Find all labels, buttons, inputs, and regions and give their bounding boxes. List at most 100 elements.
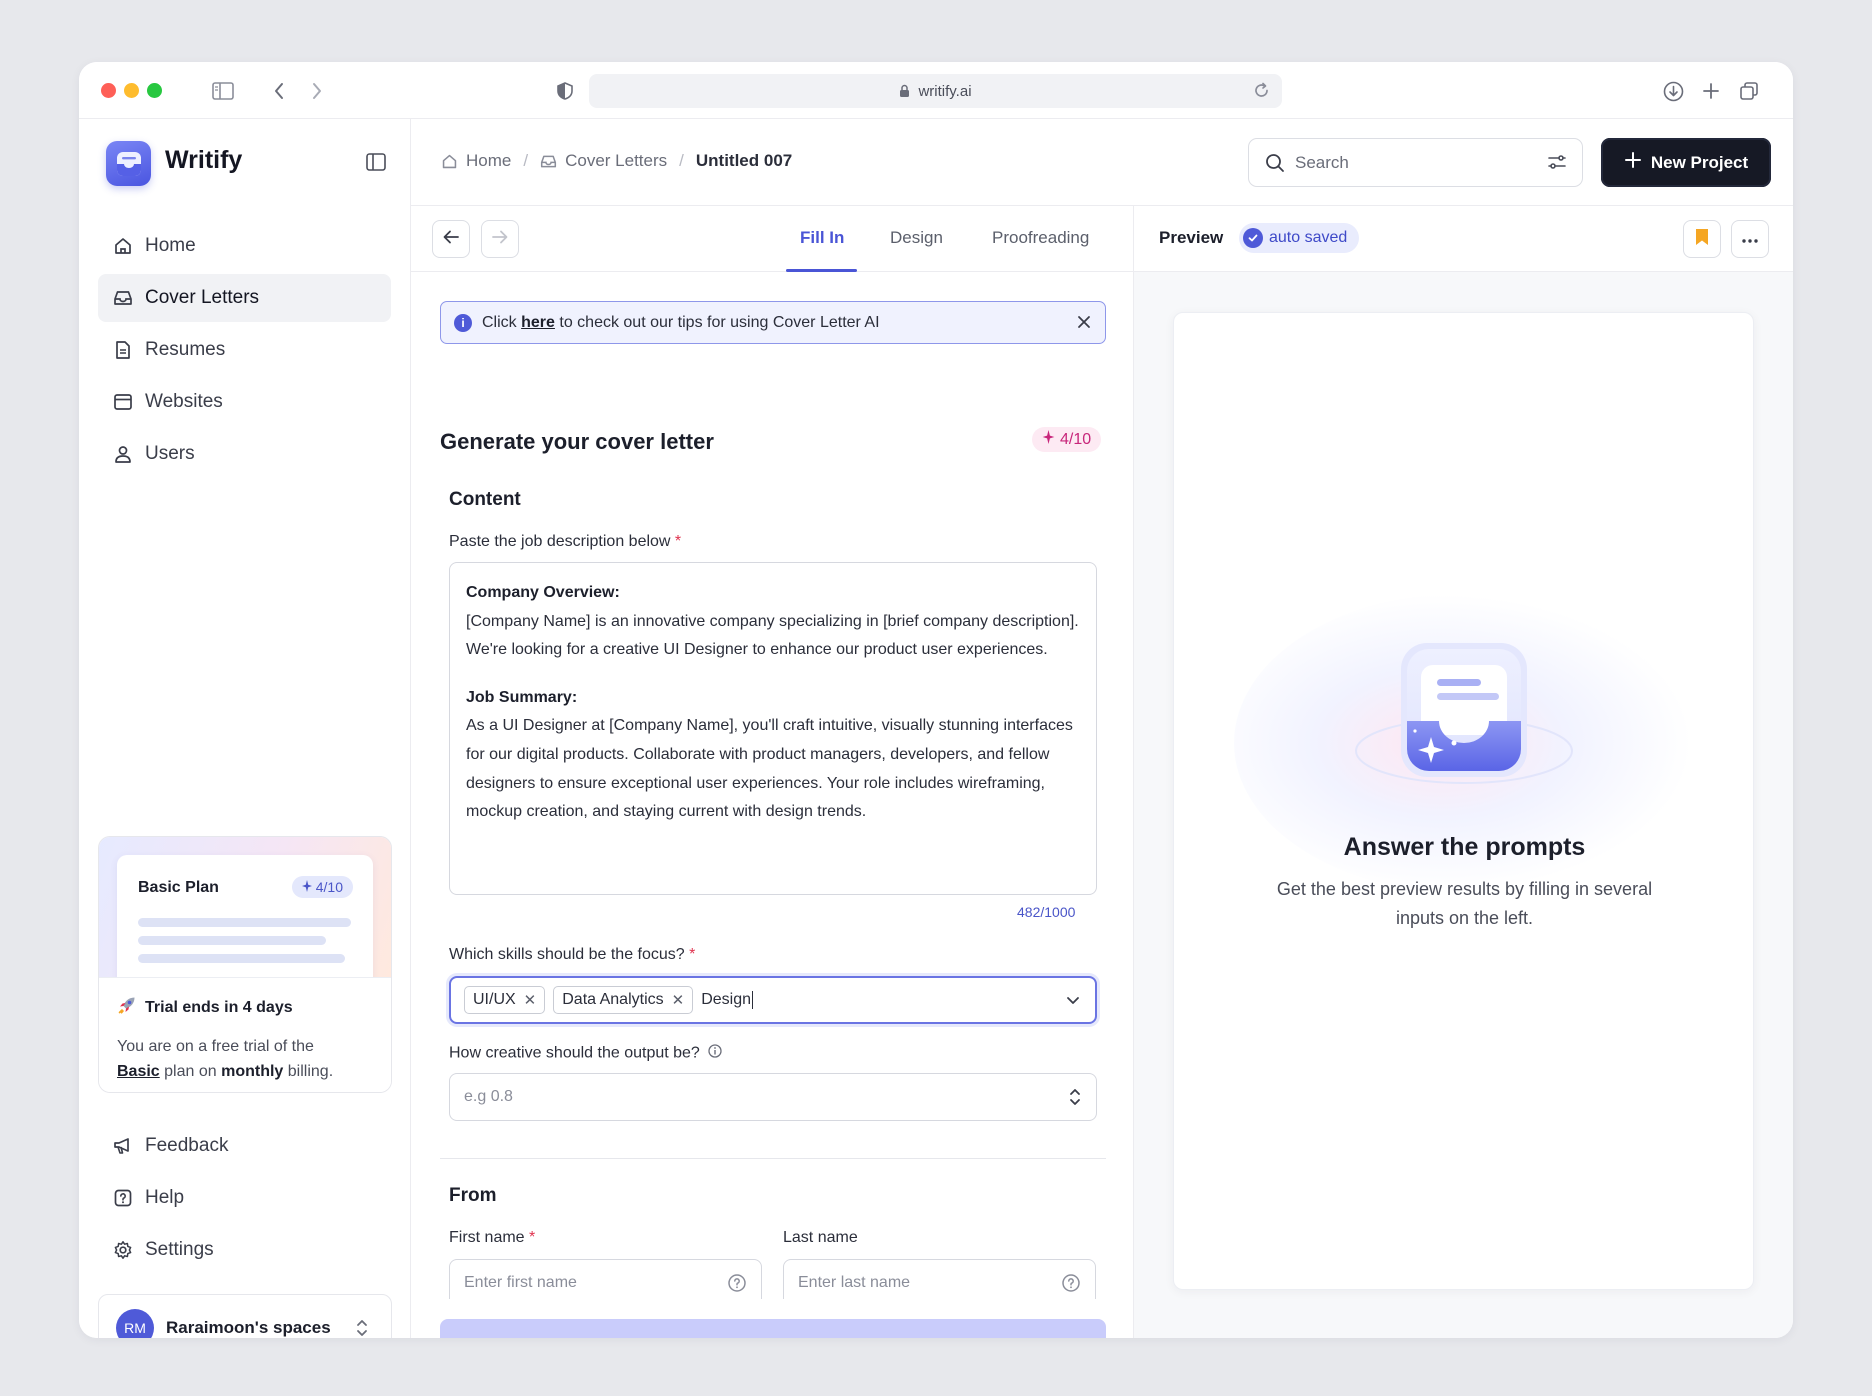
nav-item-users[interactable]: Users xyxy=(98,430,391,478)
tab-fill-in[interactable]: Fill In xyxy=(800,228,844,248)
breadcrumb-separator: / xyxy=(679,151,684,170)
chevron-up-down-icon xyxy=(1068,1087,1082,1112)
nav-item-label: Feedback xyxy=(145,1135,229,1156)
topbar: Home / Cover Letters / Untitled 007 Sear… xyxy=(411,119,1793,206)
help-circle-icon[interactable] xyxy=(1061,1273,1081,1298)
tabs-overview-icon[interactable] xyxy=(1737,79,1761,103)
last-name-label: Last name xyxy=(783,1229,858,1246)
sparkle-icon xyxy=(301,879,312,895)
creativity-label: How creative should the output be? xyxy=(449,1044,722,1063)
tab-design[interactable]: Design xyxy=(890,228,943,248)
editor-panel: Fill In Design Proofreading i Click here… xyxy=(411,206,1134,1338)
plan-card: Basic Plan 4/10 Trial ends in 4 days You… xyxy=(98,836,392,1093)
nav-item-label: Resumes xyxy=(145,339,226,360)
chevron-down-icon[interactable] xyxy=(1065,991,1081,1014)
nav-item-websites[interactable]: Websites xyxy=(98,378,391,426)
skill-tag: UI/UX ✕ xyxy=(464,986,546,1014)
more-dots-icon xyxy=(1742,230,1758,248)
nav-item-label: Cover Letters xyxy=(145,287,260,308)
section-divider xyxy=(440,1158,1106,1159)
job-description-textarea[interactable]: Company Overview: [Company Name] is an i… xyxy=(449,562,1097,895)
nav-item-settings[interactable]: Settings xyxy=(98,1226,391,1274)
creativity-select[interactable]: e.g 0.8 xyxy=(449,1073,1097,1121)
address-bar[interactable]: writify.ai xyxy=(589,74,1282,108)
nav-item-feedback[interactable]: Feedback xyxy=(98,1122,391,1170)
preview-panel: Preview auto saved Answer the prompts Ge… xyxy=(1134,206,1793,1338)
sparkle-icon xyxy=(1042,430,1055,449)
app-logo[interactable] xyxy=(106,141,151,186)
content-section-title: Content xyxy=(449,489,521,510)
trial-info: Trial ends in 4 days You are on a free t… xyxy=(99,977,391,1092)
browser-window: writify.ai Writify Home Cover Letters Re… xyxy=(79,62,1793,1338)
basic-plan-link[interactable]: Basic xyxy=(117,1063,160,1080)
download-icon[interactable] xyxy=(1661,79,1685,103)
gear-icon xyxy=(112,1239,134,1261)
arrow-right-icon xyxy=(492,230,508,249)
credits-badge: 4/10 xyxy=(1032,427,1102,452)
minimize-window-dot[interactable] xyxy=(124,83,139,98)
required-asterisk: * xyxy=(689,946,696,963)
nav-item-label: Home xyxy=(145,235,196,256)
nav-item-label: Websites xyxy=(145,391,223,412)
empty-state-title: Answer the prompts xyxy=(1343,833,1586,861)
page-title: Generate your cover letter xyxy=(440,429,714,454)
trial-description: You are on a free trial of the Basic pla… xyxy=(117,1038,334,1080)
inbox-icon xyxy=(112,287,134,309)
preview-label: Preview xyxy=(1159,228,1224,247)
nav-item-home[interactable]: Home xyxy=(98,222,391,270)
sidebar-toggle-icon[interactable] xyxy=(211,79,235,103)
remove-tag-icon[interactable]: ✕ xyxy=(524,991,537,1009)
plan-skeleton-line xyxy=(138,918,351,927)
arrow-left-icon xyxy=(443,230,459,249)
search-input[interactable]: Search xyxy=(1248,138,1583,187)
document-icon xyxy=(112,339,134,361)
tips-banner: i Click here to check out our tips for u… xyxy=(440,301,1106,344)
bookmark-icon xyxy=(1695,228,1709,251)
status-badge: auto saved xyxy=(1239,223,1360,253)
forward-arrow-icon[interactable] xyxy=(305,79,329,103)
check-circle-icon xyxy=(1243,228,1263,248)
help-circle-icon[interactable] xyxy=(727,1273,747,1298)
plan-preview: Basic Plan 4/10 xyxy=(117,855,373,995)
reload-icon[interactable] xyxy=(1253,82,1270,103)
info-circle-icon[interactable] xyxy=(708,1044,722,1063)
new-project-button[interactable]: New Project xyxy=(1601,138,1771,187)
skills-multiselect[interactable]: UI/UX ✕ Data Analytics ✕ Design xyxy=(449,976,1097,1024)
tab-proofreading[interactable]: Proofreading xyxy=(992,228,1089,248)
back-arrow-icon[interactable] xyxy=(267,79,291,103)
from-section-title: From xyxy=(449,1185,497,1206)
character-counter: 482/1000 xyxy=(1017,904,1076,920)
megaphone-icon xyxy=(112,1135,134,1157)
collapse-sidebar-icon[interactable] xyxy=(366,153,386,176)
workspace-switcher[interactable]: RM Raraimoon's spaces xyxy=(98,1294,392,1338)
help-icon xyxy=(112,1187,134,1209)
bookmark-button[interactable] xyxy=(1683,220,1721,258)
create-content-button[interactable]: Create Content xyxy=(440,1319,1106,1338)
close-window-dot[interactable] xyxy=(101,83,116,98)
workspace-name: Raraimoon's spaces xyxy=(166,1318,331,1337)
nav-item-resumes[interactable]: Resumes xyxy=(98,326,391,374)
plan-credits-badge: 4/10 xyxy=(291,876,353,898)
first-name-label: First name * xyxy=(449,1229,536,1246)
trial-heading: Trial ends in 4 days xyxy=(117,995,375,1020)
nav-item-help[interactable]: Help xyxy=(98,1174,391,1222)
nav-item-cover-letters[interactable]: Cover Letters xyxy=(98,274,391,322)
more-options-button[interactable] xyxy=(1731,220,1769,258)
breadcrumb-cover-letters[interactable]: Cover Letters xyxy=(565,151,667,171)
close-icon[interactable] xyxy=(1077,313,1091,334)
tips-link[interactable]: here xyxy=(521,314,555,332)
new-tab-plus-icon[interactable] xyxy=(1699,79,1723,103)
filter-icon[interactable] xyxy=(1548,153,1566,176)
breadcrumb-home[interactable]: Home xyxy=(466,151,511,171)
browser-toolbar: writify.ai xyxy=(79,62,1793,119)
nav-item-label: Users xyxy=(145,443,195,464)
job-description-label: Paste the job description below * xyxy=(449,533,682,550)
plan-title: Basic Plan xyxy=(138,879,219,896)
inbox-icon xyxy=(540,153,557,170)
redo-button[interactable] xyxy=(481,220,519,258)
url-text: writify.ai xyxy=(918,82,972,100)
shield-icon[interactable] xyxy=(553,79,577,103)
remove-tag-icon[interactable]: ✕ xyxy=(672,991,685,1009)
maximize-window-dot[interactable] xyxy=(147,83,162,98)
undo-button[interactable] xyxy=(432,220,470,258)
